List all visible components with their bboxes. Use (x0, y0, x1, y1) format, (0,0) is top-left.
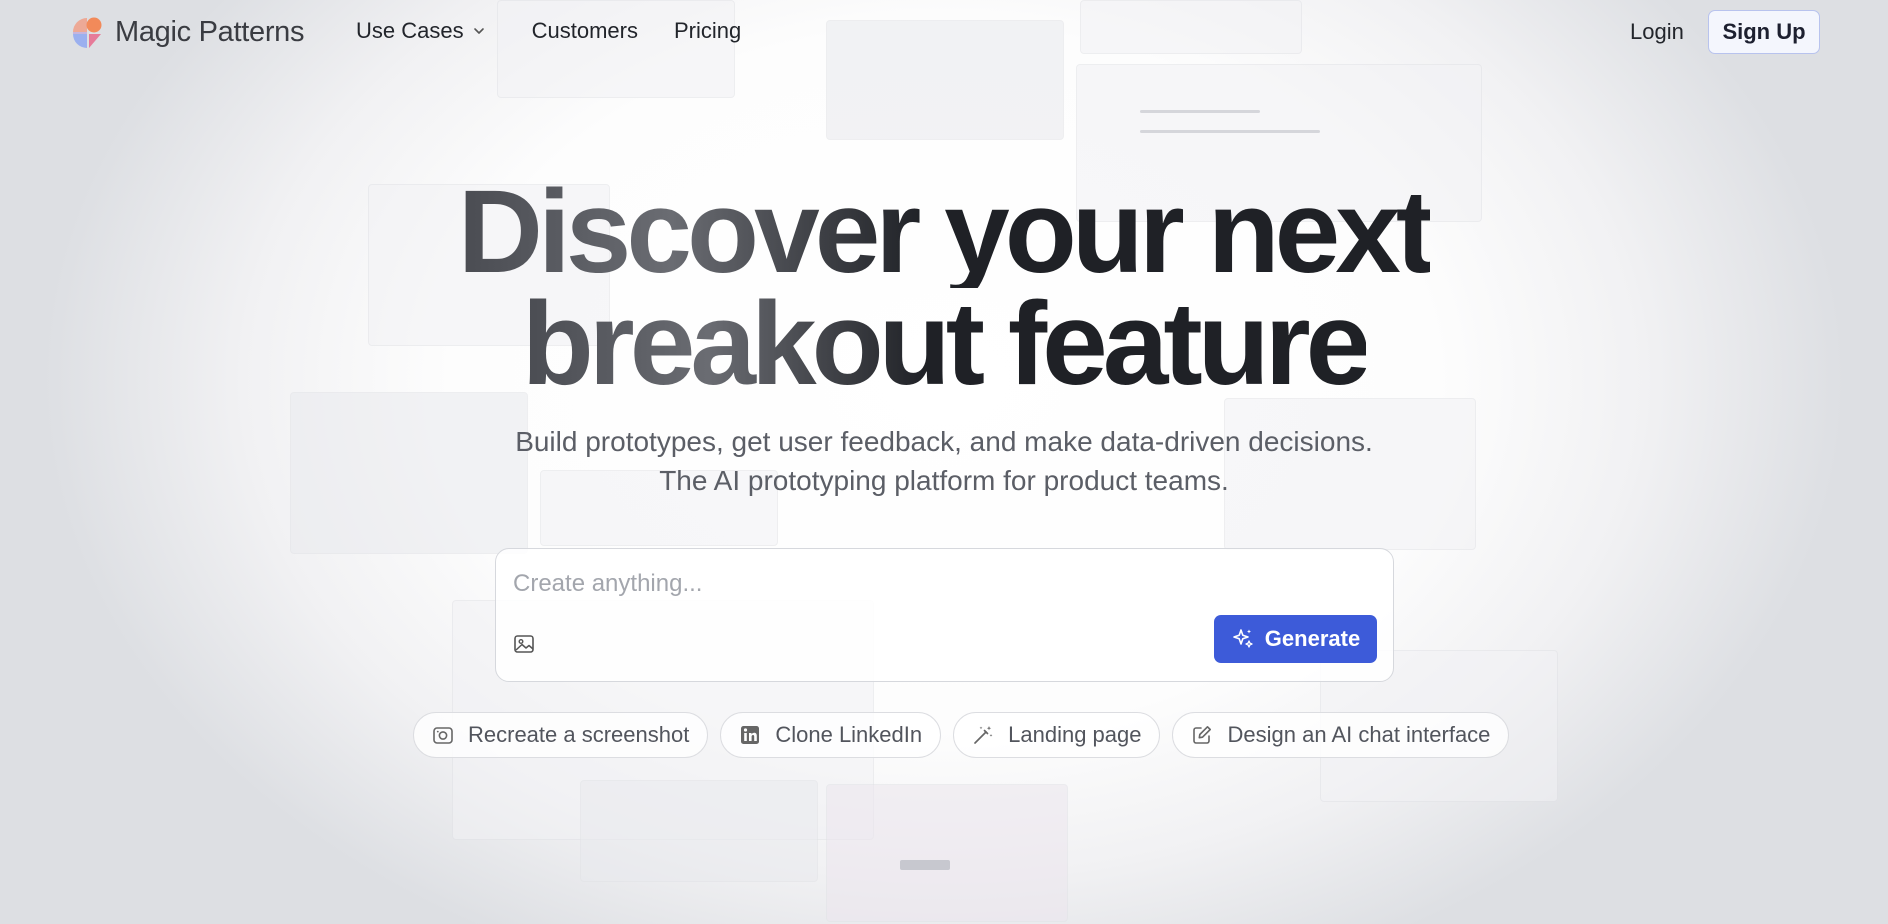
nav-pricing-label: Pricing (673, 18, 742, 43)
edit-icon (1193, 726, 1212, 744)
brand-name: Magic Patterns (115, 15, 305, 48)
suggestion-chips: Recreate a screenshot Clone LinkedIn Lan… (413, 712, 1510, 758)
sparkles-icon (1232, 629, 1253, 648)
signup-button[interactable]: Sign Up (1708, 10, 1820, 54)
main-nav: Use Cases Customers Pricing (356, 18, 741, 44)
chip-landing-page[interactable]: Landing page (953, 712, 1161, 758)
bg-mockup-line (1140, 110, 1260, 113)
chip-label: Design an AI chat interface (1227, 722, 1491, 747)
chip-clone-linkedin[interactable]: Clone LinkedIn (720, 712, 942, 758)
hero-title-line-1: Discover your next (457, 166, 1435, 298)
site-header: Magic Patterns Use Cases Customers Prici… (0, 0, 1888, 66)
chip-label: Recreate a screenshot (468, 722, 690, 747)
hero-subtitle-line-2: The AI prototyping platform for product … (659, 465, 1229, 496)
hero-subtitle-line-1: Build prototypes, get user feedback, and… (515, 426, 1373, 457)
camera-icon (433, 727, 453, 744)
bg-mockup-card (826, 784, 1068, 922)
bg-mockup-line (1140, 130, 1320, 133)
chip-label: Clone LinkedIn (775, 722, 923, 747)
image-upload-icon[interactable] (513, 633, 535, 655)
chip-label: Landing page (1008, 722, 1142, 747)
generate-button[interactable]: Generate (1214, 615, 1377, 663)
nav-pricing[interactable]: Pricing (674, 18, 741, 44)
bg-mockup-line (900, 860, 950, 870)
chip-ai-chat-interface[interactable]: Design an AI chat interface (1172, 712, 1510, 758)
linkedin-icon (741, 726, 760, 744)
brand-logo[interactable]: Magic Patterns (69, 14, 305, 50)
prompt-box: Generate (495, 548, 1394, 682)
generate-button-label: Generate (1264, 626, 1361, 651)
prompt-input[interactable] (513, 567, 1373, 601)
nav-customers[interactable]: Customers (532, 18, 638, 44)
nav-use-cases-label: Use Cases (356, 18, 464, 43)
nav-customers-label: Customers (531, 18, 638, 43)
magic-wand-icon (974, 726, 993, 744)
hero-title-line-2: breakout feature (521, 278, 1372, 410)
nav-use-cases[interactable]: Use Cases (356, 18, 486, 44)
chip-recreate-screenshot[interactable]: Recreate a screenshot (413, 712, 709, 758)
hero-title: Discover your next breakout feature (0, 166, 1888, 410)
chevron-down-icon (473, 28, 484, 34)
bg-mockup-card (580, 780, 818, 882)
login-link[interactable]: Login (1630, 19, 1684, 45)
logo-icon (73, 17, 102, 48)
